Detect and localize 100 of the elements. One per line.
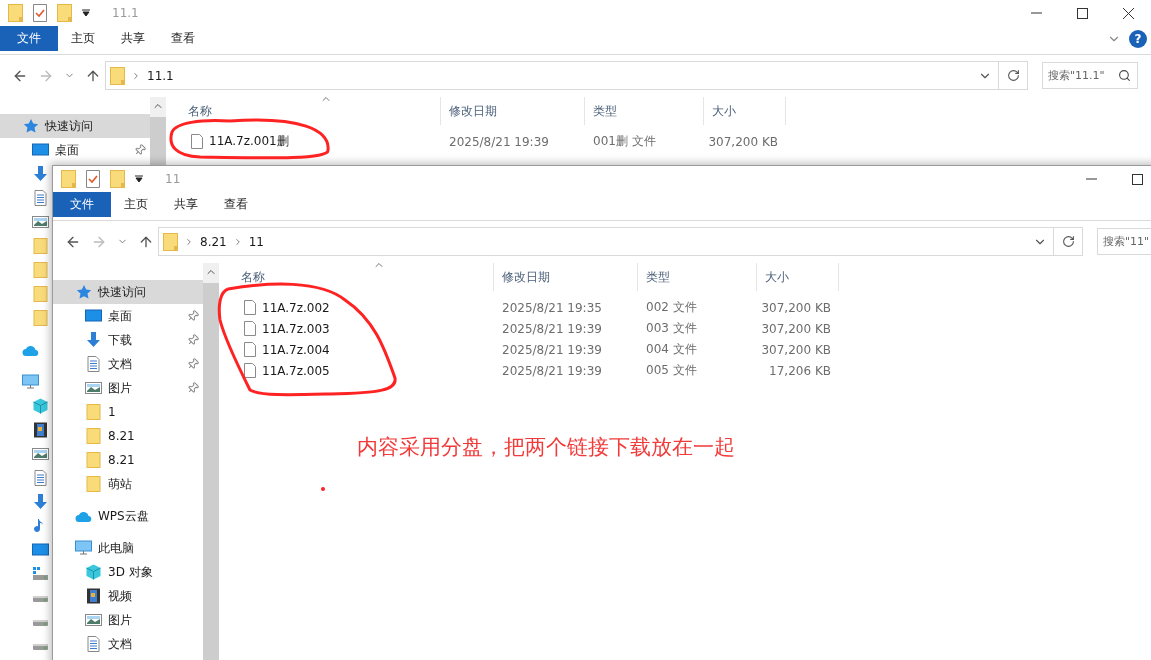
folder-icon [110, 170, 125, 188]
file-icon [244, 300, 256, 315]
file-menu-tab[interactable]: 文件 [53, 192, 111, 217]
address-bar[interactable]: 11.1 [105, 61, 999, 90]
download-arrow-icon [32, 494, 49, 510]
chevron-right-icon [184, 236, 194, 247]
window-title: 11.1 [112, 6, 140, 20]
file-name-cell[interactable]: 11A.7z.004 [233, 339, 494, 360]
star-icon [22, 118, 39, 134]
breadcrumb[interactable]: 11 [248, 234, 264, 249]
nav-label: 图片 [108, 611, 132, 629]
search-field[interactable]: 搜索"11.1" [1042, 62, 1138, 89]
nav-label: 下载 [108, 331, 132, 349]
folder-icon [85, 476, 102, 492]
column-header[interactable]: 大小 [757, 263, 839, 291]
annotation-text: 内容采用分盘，把两个链接下载放在一起 [357, 434, 735, 461]
file-name-cell[interactable]: 11A.7z.003 [233, 318, 494, 339]
file-name-cell[interactable]: 11A.7z.002 [233, 297, 494, 318]
file-name: 11A.7z.003 [262, 321, 330, 336]
refresh-button[interactable] [999, 61, 1028, 90]
film-icon [32, 422, 49, 438]
nav-item[interactable]: 萌站 [53, 472, 203, 496]
column-header[interactable]: 修改日期 [494, 263, 638, 291]
nav-item[interactable]: 视频 [53, 584, 203, 608]
checklist-icon[interactable] [86, 170, 100, 188]
type-cell-text: 002 文件 [645, 299, 698, 316]
document-icon [85, 636, 102, 652]
date-cell-text: 2025/8/21 19:39 [448, 133, 550, 151]
nav-item[interactable]: 桌面 [53, 304, 203, 328]
folder-icon [32, 310, 49, 326]
nav-item[interactable]: 文档 [53, 352, 203, 376]
nav-label: 1 [108, 405, 116, 419]
size-cell-text: 307,200 KB [760, 341, 832, 359]
folder-icon [85, 404, 102, 420]
column-header[interactable]: 类型 [585, 97, 704, 125]
column-header[interactable]: 大小 [704, 97, 786, 125]
breadcrumb[interactable]: 8.21 [200, 234, 227, 249]
column-header[interactable]: 名称 [180, 97, 441, 125]
file-name: 11A.7z.002 [262, 300, 330, 315]
folder-icon [163, 232, 178, 251]
dropdown-caret-icon[interactable] [82, 9, 90, 17]
nav-item[interactable]: WPS云盘 [53, 504, 203, 528]
date-cell-text: 2025/8/21 19:39 [501, 320, 603, 338]
ribbon-tab[interactable]: 主页 [111, 192, 161, 217]
date-cell-text: 2025/8/21 19:39 [501, 362, 603, 380]
folder-icon [57, 4, 72, 22]
nav-item[interactable]: 下载 [53, 328, 203, 352]
folder-icon [61, 170, 76, 188]
nav-item[interactable]: 3D 对象 [53, 560, 203, 584]
help-button[interactable]: ? [1129, 29, 1147, 48]
ribbon-tab[interactable]: 主页 [58, 26, 108, 51]
nav-item[interactable]: 图片 [53, 608, 203, 632]
search-field[interactable]: 搜索"11" [1097, 228, 1151, 255]
computer-icon [22, 374, 39, 390]
date-cell-text: 2025/8/21 19:39 [501, 341, 603, 359]
cube-icon [85, 564, 102, 580]
desktop-icon [32, 142, 49, 158]
nav-label: 快速访问 [98, 283, 146, 301]
nav-item[interactable]: 快速访问 [53, 280, 203, 304]
column-label: 修改日期 [502, 268, 550, 286]
nav-item[interactable]: 1 [53, 400, 203, 424]
type-cell-text: 003 文件 [645, 320, 698, 337]
size-cell-text: 307,200 KB [760, 320, 832, 338]
dropdown-caret-icon[interactable] [135, 175, 143, 183]
file-name-cell[interactable]: 11A.7z.005 [233, 360, 494, 381]
ribbon-tab[interactable]: 查看 [211, 192, 261, 217]
download-arrow-icon [85, 332, 102, 348]
dot-mark [321, 487, 325, 491]
nav-item[interactable]: 8.21 [53, 424, 203, 448]
column-header[interactable]: 类型 [638, 263, 757, 291]
scrollbar[interactable] [150, 97, 166, 165]
nav-label: 图片 [108, 379, 132, 397]
computer-icon [75, 540, 92, 556]
nav-item[interactable]: 文档 [53, 632, 203, 656]
scrollbar-thumb[interactable] [150, 117, 166, 165]
size-cell-text: 17,206 KB [768, 362, 832, 380]
nav-item[interactable]: 桌面 [0, 138, 150, 162]
checklist-icon[interactable] [33, 4, 47, 22]
nav-item[interactable]: 8.21 [53, 448, 203, 472]
nav-label: 3D 对象 [108, 563, 153, 581]
file-menu-tab[interactable]: 文件 [0, 26, 58, 51]
refresh-button[interactable] [1054, 227, 1083, 256]
file-name-cell[interactable]: 11A.7z.001删 [180, 131, 441, 152]
folder-icon [32, 238, 49, 254]
address-bar[interactable]: 8.21 11 [158, 227, 1054, 256]
ribbon-tab[interactable]: 共享 [161, 192, 211, 217]
nav-item[interactable]: 快速访问 [0, 114, 150, 138]
ribbon-tab[interactable]: 查看 [158, 26, 208, 51]
column-header[interactable]: 名称 [233, 263, 494, 291]
search-icon [1118, 69, 1131, 82]
ribbon-tab[interactable]: 共享 [108, 26, 158, 51]
folder-icon [110, 66, 125, 85]
nav-item[interactable]: 此电脑 [53, 536, 203, 560]
column-label: 类型 [646, 268, 670, 286]
maximize-icon [1076, 7, 1088, 19]
file-icon [244, 363, 256, 378]
column-header[interactable]: 修改日期 [441, 97, 585, 125]
breadcrumb[interactable]: 11.1 [147, 68, 174, 83]
folder-icon [85, 452, 102, 468]
nav-item[interactable]: 图片 [53, 376, 203, 400]
